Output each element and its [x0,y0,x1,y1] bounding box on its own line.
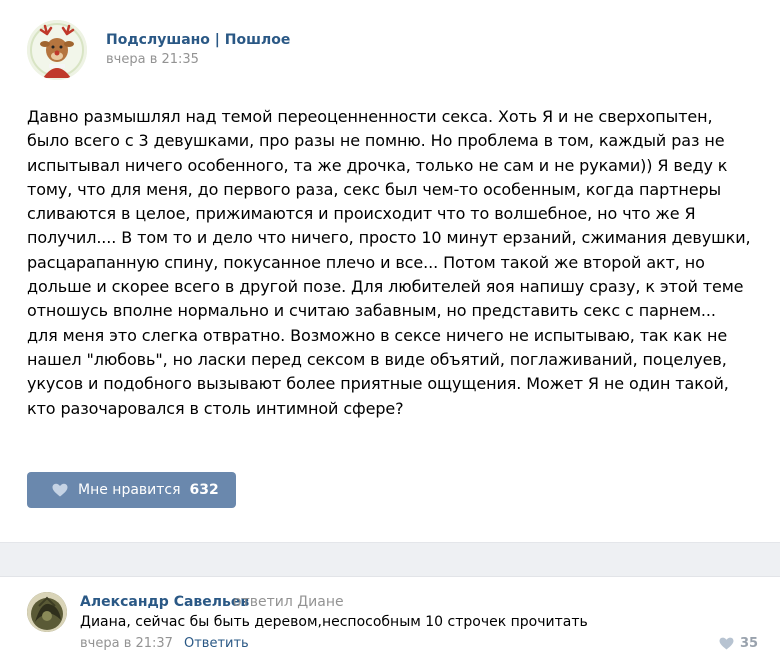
reply-target[interactable]: ответил Диане [233,594,344,610]
post-text: Давно размышлял над темой переоценненнос… [27,107,751,418]
user-photo-avatar-icon [27,592,67,632]
reindeer-avatar-icon [27,20,87,80]
commenter-name[interactable]: Александр Савельев [80,594,249,610]
comment: Александр Савельев ответил Диане Диана, … [0,578,780,661]
comment-like-button[interactable]: 35 [719,636,758,651]
like-count: 632 [189,482,219,498]
like-button[interactable]: Мне нравится 632 [27,472,236,508]
reply-link[interactable]: Ответить [184,636,249,651]
section-divider [0,542,780,577]
like-label: Мне нравится [78,482,181,498]
community-name[interactable]: Подслушано | Пошлое [106,32,290,48]
commenter-avatar[interactable] [27,592,67,632]
post-card: Подслушано | Пошлое вчера в 21:35 Давно … [0,0,780,542]
heart-icon [719,637,734,650]
community-avatar[interactable] [27,20,87,80]
comment-text: Диана, сейчас бы быть деревом,неспособны… [80,614,588,630]
comment-like-count: 35 [740,636,759,651]
comment-time[interactable]: вчера в 21:37 [80,636,173,651]
post-time[interactable]: вчера в 21:35 [106,52,199,67]
heart-icon [52,483,68,497]
